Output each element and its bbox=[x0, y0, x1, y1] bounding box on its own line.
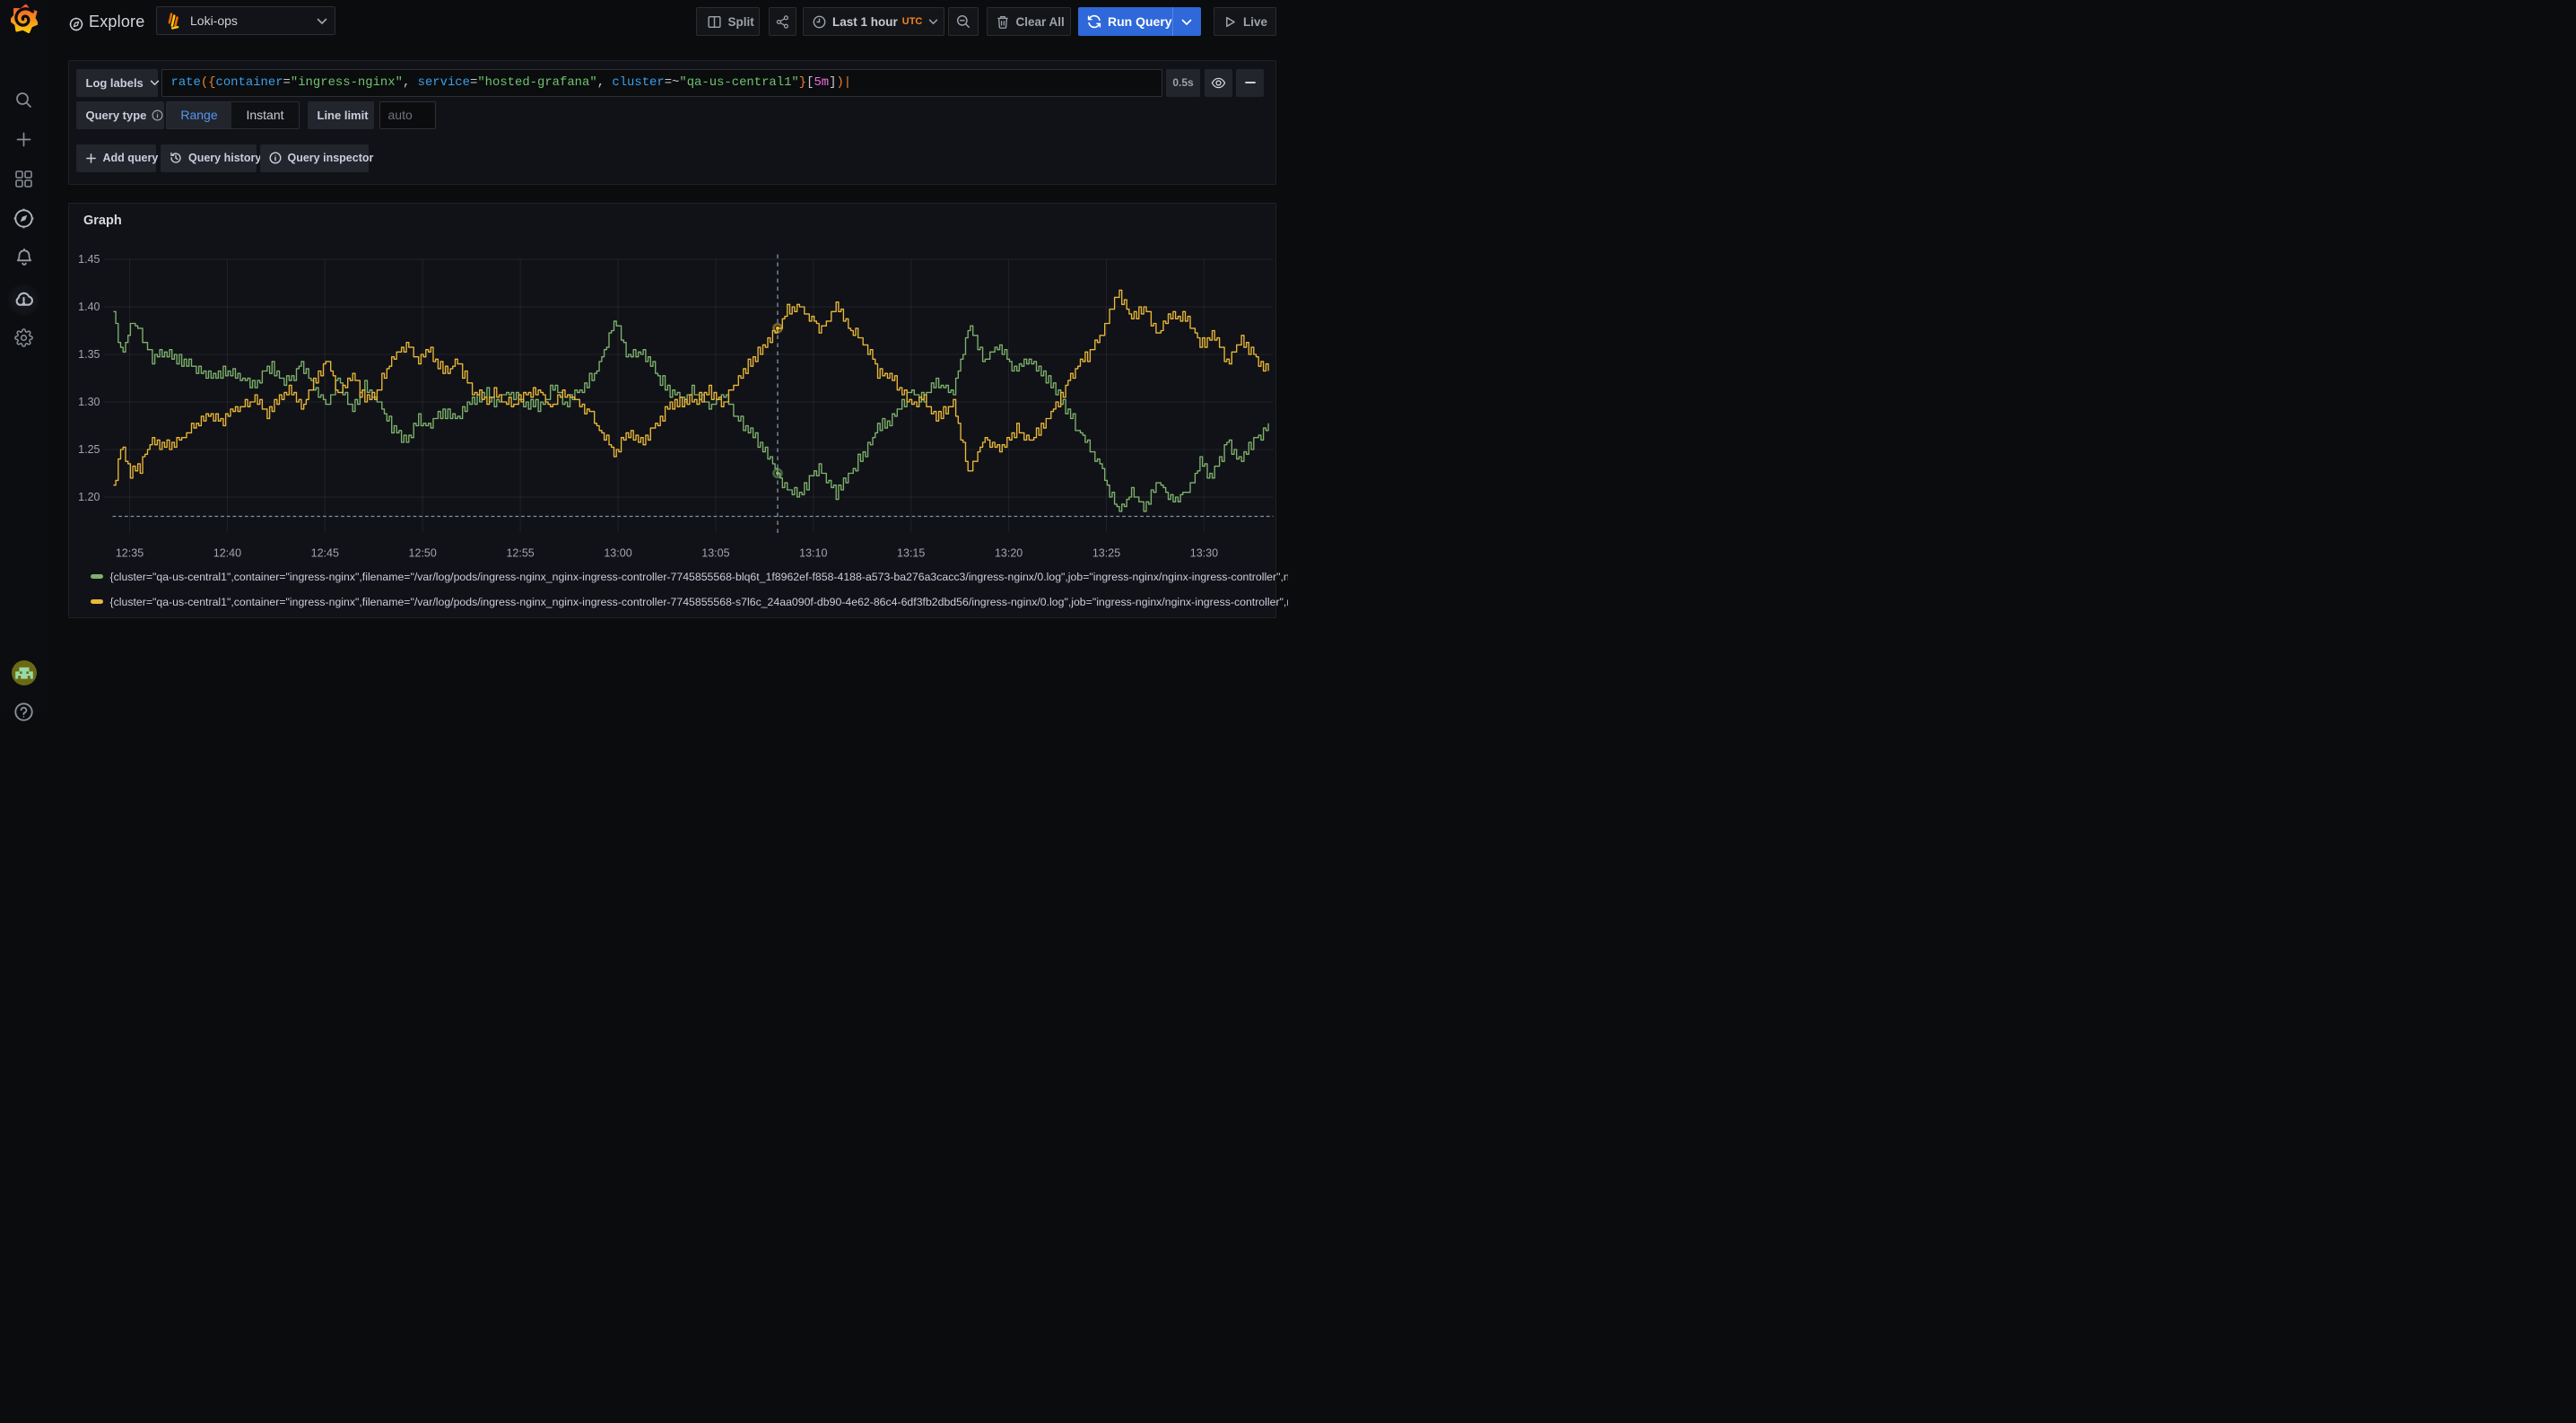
svg-text:1.35: 1.35 bbox=[78, 348, 100, 361]
svg-text:1.25: 1.25 bbox=[78, 443, 100, 456]
svg-text:12:50: 12:50 bbox=[409, 546, 437, 559]
svg-text:13:30: 13:30 bbox=[1190, 546, 1218, 559]
svg-text:13:15: 13:15 bbox=[897, 546, 925, 559]
svg-text:1.20: 1.20 bbox=[78, 491, 100, 503]
svg-text:13:05: 13:05 bbox=[701, 546, 729, 559]
svg-text:1.40: 1.40 bbox=[78, 301, 100, 313]
svg-text:13:10: 13:10 bbox=[799, 546, 827, 559]
svg-text:13:20: 13:20 bbox=[995, 546, 1023, 559]
svg-text:1.30: 1.30 bbox=[78, 396, 100, 408]
svg-text:12:35: 12:35 bbox=[116, 546, 144, 559]
svg-text:1.45: 1.45 bbox=[78, 253, 100, 266]
svg-text:12:40: 12:40 bbox=[213, 546, 241, 559]
svg-text:13:25: 13:25 bbox=[1092, 546, 1120, 559]
svg-text:13:00: 13:00 bbox=[604, 546, 631, 559]
svg-text:12:45: 12:45 bbox=[311, 546, 339, 559]
svg-text:12:55: 12:55 bbox=[506, 546, 534, 559]
